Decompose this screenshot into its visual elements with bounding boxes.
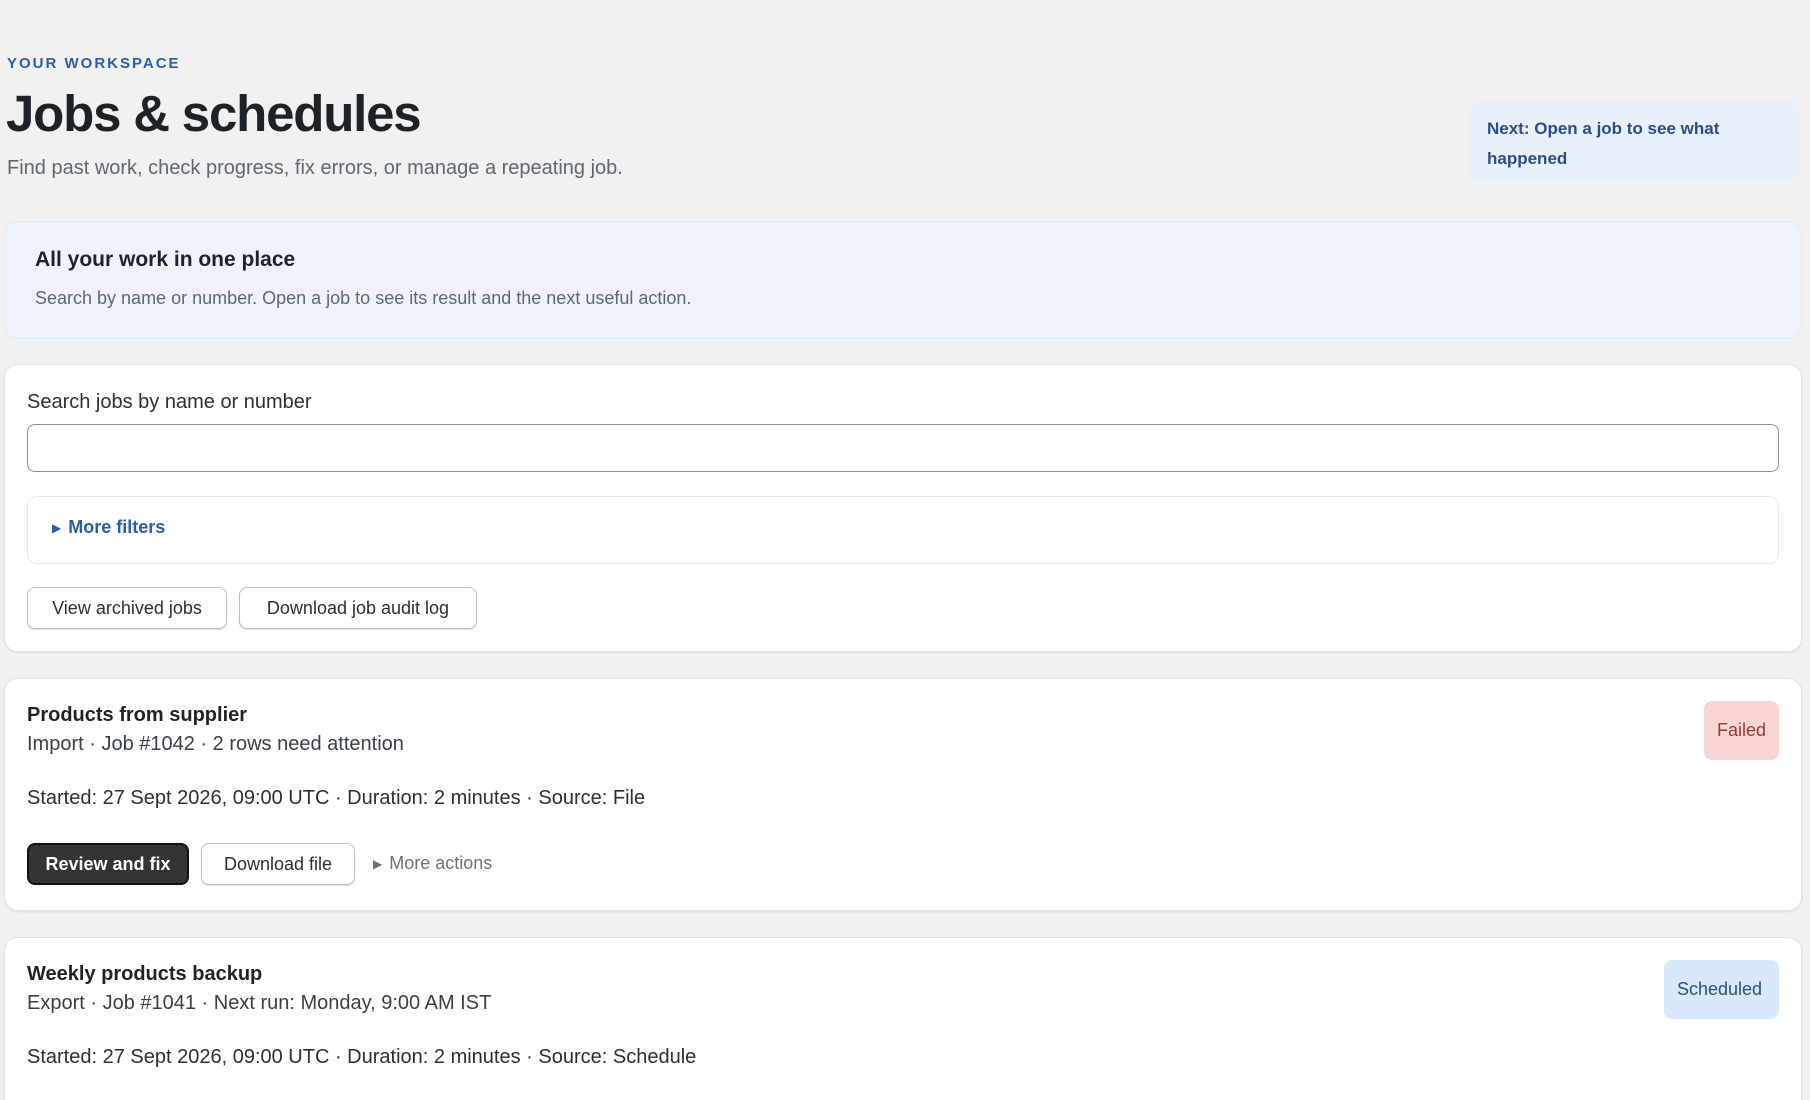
job-title[interactable]: Weekly products backup bbox=[27, 963, 262, 986]
more-filters-label: More filters bbox=[68, 517, 166, 537]
search-card: Search jobs by name or number ▶ More fil… bbox=[4, 364, 1802, 652]
filters-panel: ▶ More filters bbox=[27, 496, 1779, 564]
search-input[interactable] bbox=[27, 424, 1779, 472]
intro-card: All your work in one place Search by nam… bbox=[4, 221, 1802, 339]
more-actions-label: More actions bbox=[389, 853, 493, 873]
status-badge: Failed bbox=[1704, 701, 1779, 760]
search-label: Search jobs by name or number bbox=[27, 391, 312, 413]
status-badge: Scheduled bbox=[1664, 960, 1779, 1019]
job-title[interactable]: Products from supplier bbox=[27, 704, 247, 727]
job-details: Started: 27 Sept 2026, 09:00 UTC · Durat… bbox=[27, 1046, 697, 1068]
page-title: Jobs & schedules bbox=[6, 85, 422, 142]
job-details: Started: 27 Sept 2026, 09:00 UTC · Durat… bbox=[27, 787, 646, 809]
download-file-button[interactable]: Download file bbox=[201, 843, 355, 885]
view-archived-jobs-button[interactable]: View archived jobs bbox=[27, 587, 227, 629]
workspace-eyebrow: YOUR WORKSPACE bbox=[7, 55, 181, 72]
job-card: Weekly products backup Export · Job #104… bbox=[4, 937, 1802, 1100]
intro-text: Search by name or number. Open a job to … bbox=[35, 288, 692, 308]
jobs-page: YOUR WORKSPACE Jobs & schedules Find pas… bbox=[0, 0, 1810, 1100]
review-and-fix-button[interactable]: Review and fix bbox=[27, 843, 189, 885]
download-audit-log-button[interactable]: Download job audit log bbox=[239, 587, 477, 629]
job-meta: Export · Job #1041 · Next run: Monday, 9… bbox=[27, 992, 492, 1014]
intro-title: All your work in one place bbox=[35, 248, 296, 271]
triangle-right-icon: ▶ bbox=[52, 520, 62, 535]
triangle-right-icon: ▶ bbox=[373, 856, 383, 871]
more-actions-toggle[interactable]: ▶ More actions bbox=[373, 853, 492, 874]
next-step-hint: Next: Open a job to see what happened bbox=[1469, 101, 1800, 181]
job-card: Products from supplier Import · Job #104… bbox=[4, 678, 1802, 911]
more-filters-toggle[interactable]: ▶ More filters bbox=[52, 517, 165, 538]
job-meta: Import · Job #1042 · 2 rows need attenti… bbox=[27, 733, 404, 755]
page-subtitle: Find past work, check progress, fix erro… bbox=[7, 157, 623, 179]
